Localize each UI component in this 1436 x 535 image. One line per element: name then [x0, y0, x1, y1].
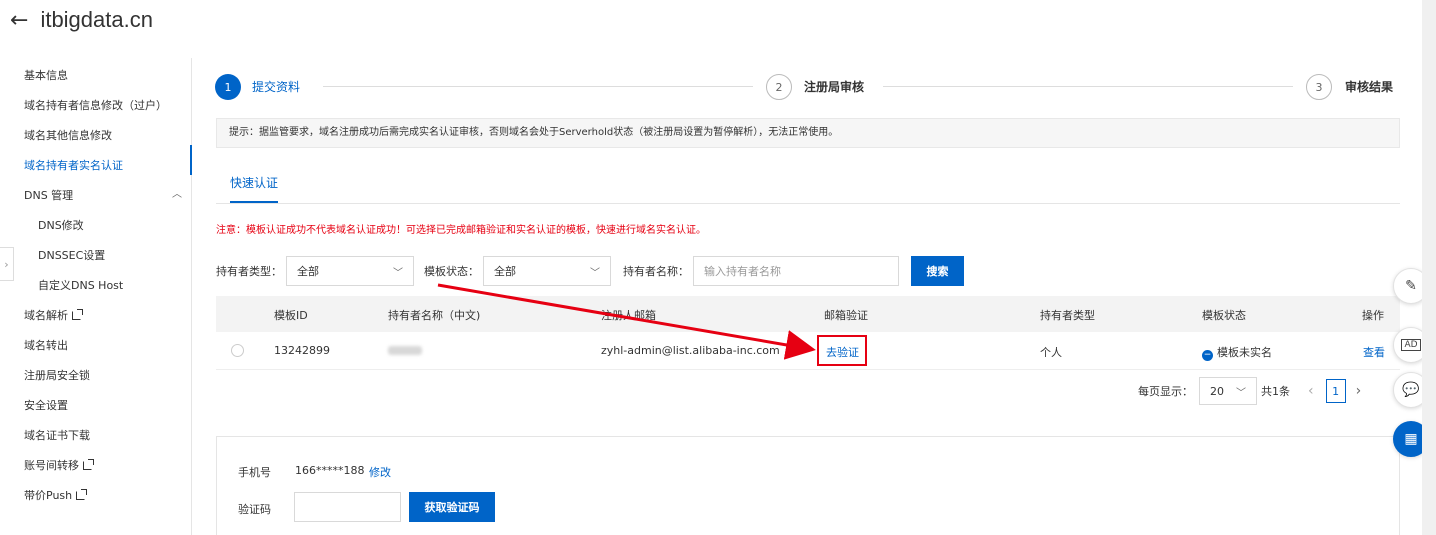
step-2-label: 注册局审核: [804, 80, 865, 94]
get-code-button[interactable]: 获取验证码: [409, 492, 495, 522]
holder-name-redacted: [388, 346, 422, 355]
back-arrow-icon[interactable]: ←: [10, 8, 28, 33]
next-page-icon[interactable]: ›: [1356, 383, 1362, 399]
col-template-status: 模板状态: [1202, 309, 1246, 322]
sidebar-item-dnssec[interactable]: DNSSEC设置: [38, 247, 105, 263]
page-size-select[interactable]: 20 ﹀: [1199, 377, 1257, 405]
verify-email-link[interactable]: 去验证: [826, 344, 859, 360]
page-size-label: 每页显示：: [1138, 385, 1193, 398]
table-header: 模板ID 持有者名称（中文) 注册人邮箱 邮箱验证 持有者类型 模板状态 操作: [216, 296, 1400, 332]
row-select-radio[interactable]: [231, 344, 244, 357]
view-link[interactable]: 查看: [1363, 344, 1385, 360]
col-email: 注册人邮箱: [601, 309, 656, 322]
chevron-up-icon[interactable]: ︿: [172, 185, 182, 200]
sidebar-item-custom-dns-host[interactable]: 自定义DNS Host: [38, 277, 123, 293]
phone-label: 手机号: [238, 466, 271, 479]
sidebar-item-dns-resolve[interactable]: 域名解析: [24, 307, 83, 323]
step-connector: [883, 86, 1293, 87]
col-actions: 操作: [1362, 309, 1384, 322]
sidebar-item-security-settings[interactable]: 安全设置: [24, 397, 68, 413]
col-email-verify: 邮箱验证: [824, 309, 868, 322]
col-holder-name: 持有者名称（中文): [388, 309, 481, 322]
holder-type-filter: 持有者类型： 全部 ﹀: [216, 256, 414, 286]
tab-quick-auth[interactable]: 快速认证: [230, 174, 279, 203]
holder-type-label: 持有者类型：: [216, 265, 282, 278]
sidebar-item-cert-download[interactable]: 域名证书下载: [24, 427, 90, 443]
template-status-select[interactable]: 全部 ﹀: [483, 256, 611, 286]
tab-bar: 快速认证: [216, 168, 1400, 204]
search-button[interactable]: 搜索: [911, 256, 964, 286]
sidebar-collapse-handle[interactable]: ›: [0, 247, 14, 281]
external-link-icon: [76, 489, 88, 500]
verification-code-input[interactable]: [294, 492, 401, 522]
holder-name-input[interactable]: 输入持有者名称: [693, 256, 899, 286]
col-template-id: 模板ID: [274, 309, 308, 322]
sidebar-active-indicator: [190, 145, 192, 175]
scrollbar[interactable]: [1422, 0, 1436, 535]
external-link-icon: [83, 459, 94, 470]
step-2-circle: 2: [766, 74, 792, 100]
sidebar-item-basic-info[interactable]: 基本信息: [24, 67, 68, 83]
holder-name-label: 持有者名称：: [623, 265, 689, 278]
sidebar-item-transfer-out[interactable]: 域名转出: [24, 337, 68, 353]
sidebar-item-owner-transfer[interactable]: 域名持有者信息修改（过户）: [24, 97, 167, 113]
code-label: 验证码: [238, 503, 271, 516]
modify-phone-link[interactable]: 修改: [369, 464, 391, 480]
template-table: 模板ID 持有者名称（中文) 注册人邮箱 邮箱验证 持有者类型 模板状态 操作 …: [216, 296, 1400, 370]
holder-type-select[interactable]: 全部 ﹀: [286, 256, 414, 286]
holder-type-cell: 个人: [1040, 346, 1062, 359]
sidebar-item-dns-management[interactable]: DNS 管理: [24, 187, 73, 203]
sidebar-item-account-transfer[interactable]: 账号间转移: [24, 457, 94, 473]
template-status-filter: 模板状态： 全部 ﹀: [424, 256, 611, 286]
external-link-icon: [72, 309, 83, 320]
phone-value: 166*****188: [295, 464, 365, 477]
step-3-circle: 3: [1306, 74, 1332, 100]
chevron-down-icon: ﹀: [590, 267, 600, 279]
prev-page-icon[interactable]: ‹: [1308, 383, 1314, 399]
step-1-label: 提交资料: [252, 80, 301, 94]
sidebar-item-registry-lock[interactable]: 注册局安全锁: [24, 367, 90, 383]
chevron-down-icon: ﹀: [393, 267, 403, 279]
sidebar: 基本信息 域名持有者信息修改（过户） 域名其他信息修改 域名持有者实名认证 DN…: [0, 58, 192, 535]
sidebar-item-dns-modify[interactable]: DNS修改: [38, 217, 84, 233]
pagination: 每页显示： 20 ﹀ 共1条 ‹ 1 ›: [1138, 376, 1361, 406]
warning-notice: 注意：模板认证成功不代表域名认证成功！可选择已完成邮箱验证和实名认证的模板，快速…: [216, 225, 706, 236]
sidebar-item-other-info[interactable]: 域名其他信息修改: [24, 127, 112, 143]
col-holder-type: 持有者类型: [1040, 309, 1095, 322]
holder-name-filter: 持有者名称： 输入持有者名称: [623, 256, 899, 286]
step-3-label: 审核结果: [1345, 80, 1394, 94]
total-count: 共1条: [1261, 385, 1290, 398]
sidebar-item-price-push[interactable]: 带价Push: [24, 487, 88, 503]
minus-circle-icon: −: [1202, 350, 1213, 361]
template-id-cell: 13242899: [274, 344, 330, 357]
chevron-right-icon: ›: [4, 257, 9, 271]
page-number-button[interactable]: 1: [1325, 379, 1346, 403]
chevron-down-icon: ﹀: [1236, 387, 1246, 399]
progress-steps: 1 提交资料 2 注册局审核 3 审核结果: [215, 73, 1400, 101]
template-status-label: 模板状态：: [424, 265, 479, 278]
page-title: itbigdata.cn: [40, 7, 153, 32]
step-connector: [323, 86, 753, 87]
step-1-circle: 1: [215, 74, 241, 100]
email-cell: zyhl-admin@list.alibaba-inc.com: [601, 344, 780, 357]
tip-banner: 提示：据监管要求，域名注册成功后需完成实名认证审核，否则域名会处于Serverh…: [216, 118, 1400, 148]
status-cell: − 模板未实名: [1202, 346, 1272, 361]
sidebar-item-realname-auth[interactable]: 域名持有者实名认证: [24, 157, 123, 173]
page-header: ← itbigdata.cn: [10, 2, 153, 38]
table-row: 13242899 zyhl-admin@list.alibaba-inc.com…: [216, 332, 1400, 370]
